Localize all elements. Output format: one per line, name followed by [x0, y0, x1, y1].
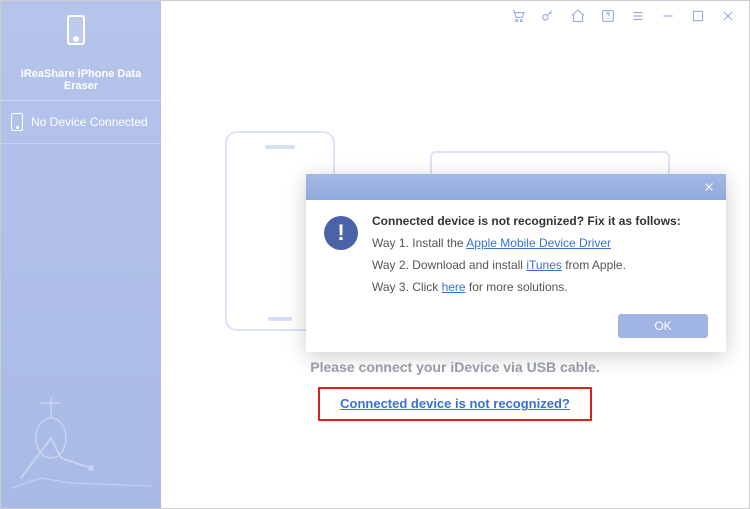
way-1: Way 1. Install the Apple Mobile Device D… [372, 236, 708, 250]
fix-dialog: ! Connected device is not recognized? Fi… [306, 174, 726, 352]
window-toolbar [161, 1, 749, 31]
menu-icon[interactable] [629, 7, 647, 25]
cart-icon[interactable] [509, 7, 527, 25]
phone-icon [11, 113, 23, 131]
way3-suffix: for more solutions. [466, 280, 568, 294]
app-logo [1, 1, 161, 64]
sidebar-decoration [1, 378, 161, 498]
way1-prefix: Way 1. Install the [372, 236, 466, 250]
way-3: Way 3. Click here for more solutions. [372, 280, 708, 294]
dialog-footer: OK [306, 314, 726, 352]
minimize-icon[interactable] [659, 7, 677, 25]
way3-prefix: Way 3. Click [372, 280, 442, 294]
way3-link[interactable]: here [442, 280, 466, 294]
device-status[interactable]: No Device Connected [1, 101, 161, 144]
way2-link[interactable]: iTunes [526, 258, 562, 272]
instruction-area: Please connect your iDevice via USB cabl… [161, 359, 749, 421]
dialog-heading: Connected device is not recognized? Fix … [372, 214, 708, 228]
not-recognized-link[interactable]: Connected device is not recognized? [340, 396, 570, 411]
info-icon: ! [324, 216, 358, 250]
way2-suffix: from Apple. [562, 258, 626, 272]
dialog-close-button[interactable] [700, 178, 718, 196]
way2-prefix: Way 2. Download and install [372, 258, 526, 272]
logo-icon [61, 11, 101, 51]
home-icon[interactable] [569, 7, 587, 25]
device-status-label: No Device Connected [31, 115, 148, 129]
ok-button[interactable]: OK [618, 314, 708, 338]
maximize-icon[interactable] [689, 7, 707, 25]
way1-link[interactable]: Apple Mobile Device Driver [466, 236, 611, 250]
connect-instruction: Please connect your iDevice via USB cabl… [161, 359, 749, 375]
brand-title: iReaShare iPhone Data Eraser [1, 64, 161, 101]
highlighted-link-box: Connected device is not recognized? [318, 387, 592, 421]
dialog-body: ! Connected device is not recognized? Fi… [306, 200, 726, 314]
close-icon[interactable] [719, 7, 737, 25]
help-icon[interactable] [599, 7, 617, 25]
key-icon[interactable] [539, 7, 557, 25]
way-2: Way 2. Download and install iTunes from … [372, 258, 708, 272]
sidebar: iReaShare iPhone Data Eraser No Device C… [1, 1, 161, 508]
dialog-titlebar [306, 174, 726, 200]
